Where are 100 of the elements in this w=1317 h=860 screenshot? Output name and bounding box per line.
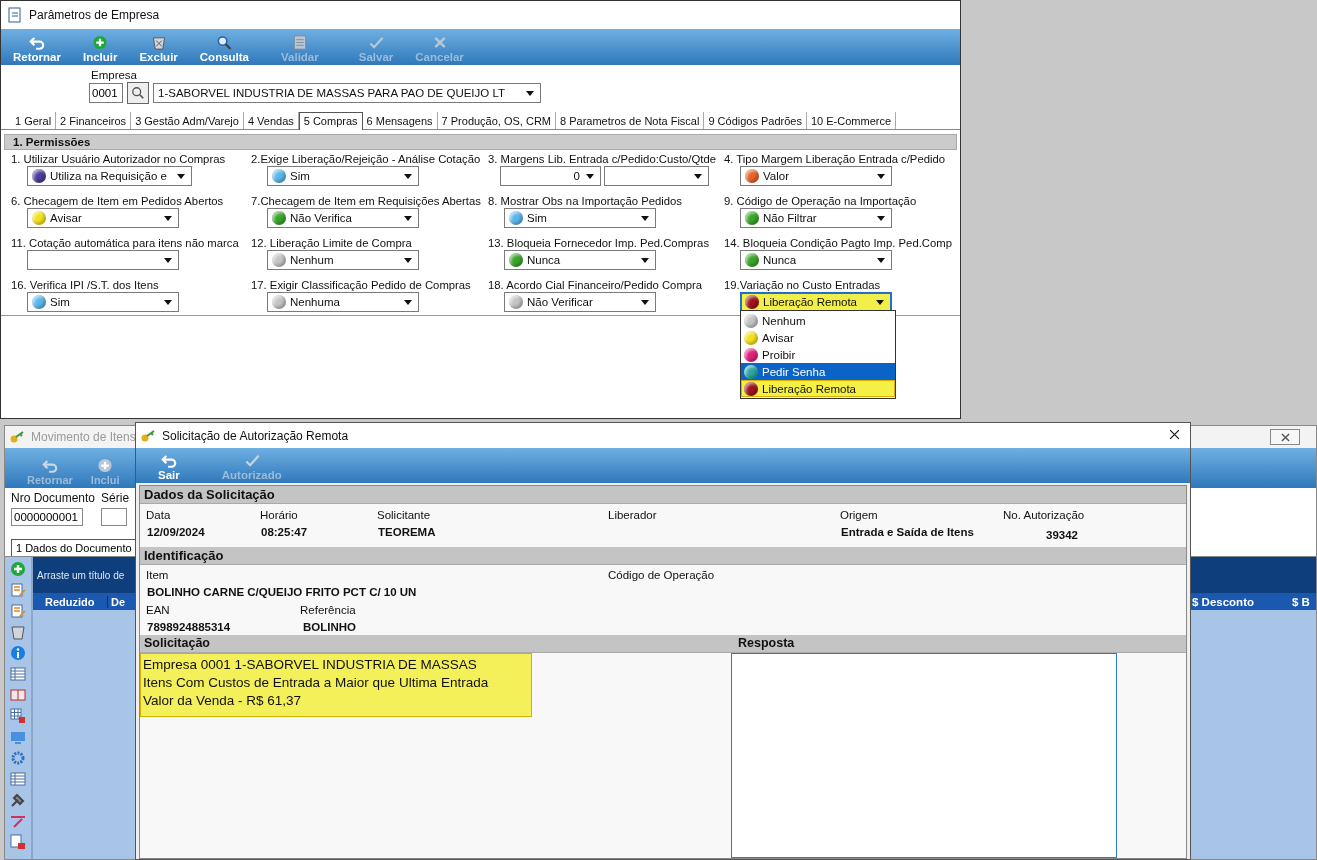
check-icon (243, 453, 260, 468)
dropdown[interactable]: Não Verifica (267, 208, 419, 228)
dropdown[interactable]: Sim (27, 292, 179, 312)
keys-icon (9, 429, 25, 445)
dropdown[interactable]: Sim (504, 208, 656, 228)
field-label: 18. Acordo Cial Financeiro/Pedido Compra (488, 279, 704, 291)
tool-icon[interactable] (10, 792, 26, 808)
tab[interactable]: 1 Dados do Documento (11, 539, 137, 556)
toolbar-button[interactable]: Sair (156, 453, 182, 481)
field-label: EAN (146, 604, 171, 616)
field-label: 1. Utilizar Usuário Autorizador no Compras (11, 153, 227, 165)
dropdown-option[interactable]: Liberação Remota (741, 380, 895, 397)
tab[interactable]: 5 Compras (298, 112, 363, 130)
dropdown[interactable]: Nenhum (267, 250, 419, 270)
search-button[interactable] (127, 82, 149, 104)
monitor-icon[interactable] (10, 729, 26, 745)
undo-icon (41, 458, 58, 473)
input-field[interactable] (101, 508, 128, 526)
toolbar-button[interactable]: Excluir (137, 35, 180, 63)
field-value: Entrada e Saída de Itens (840, 526, 975, 538)
field-label: Nro Documento (11, 491, 96, 505)
check-icon (368, 35, 384, 50)
document-icon[interactable] (10, 834, 26, 850)
grid-hint: Arraste um título de (37, 569, 125, 581)
field-label: 11. Cotação automática para itens não marca (11, 237, 240, 249)
dropdown[interactable] (27, 250, 179, 270)
section-title: Solicitação (144, 636, 211, 651)
column-header[interactable]: Reduzido (41, 595, 108, 608)
info-icon[interactable] (10, 645, 26, 661)
message-line: Itens Com Custos de Entrada a Maior que Ultima Entrada (143, 674, 490, 692)
book-icon[interactable] (10, 687, 26, 703)
dropdown-option[interactable]: Pedir Senha (741, 363, 895, 380)
dropdown[interactable]: 0 (500, 166, 601, 186)
table-icon[interactable] (10, 771, 26, 787)
input-field[interactable]: 0000000001 (11, 508, 83, 526)
column-header[interactable]: De (108, 595, 126, 608)
column-header[interactable]: $ B (1288, 595, 1316, 608)
field-label: 17. Exigir Classificação Pedido de Compras (251, 279, 472, 291)
field-value: 08:25:47 (260, 526, 309, 538)
field-label: Solicitante (377, 509, 432, 521)
toolbar-button[interactable]: Retornar (11, 35, 63, 63)
field-label: 13. Bloqueia Fornecedor Imp. Ped.Compras (488, 237, 711, 249)
message-line: Empresa 0001 1-SABORVEL INDUSTRIA DE MASSAS (143, 656, 478, 674)
dropdown[interactable]: Valor (740, 166, 892, 186)
field-label: Código de Operação (608, 569, 715, 581)
dropdown[interactable]: Utiliza na Requisição e (27, 166, 192, 186)
close-icon (1169, 429, 1180, 440)
dropdown[interactable] (604, 166, 709, 186)
dropdown-option[interactable]: Avisar (741, 329, 895, 346)
field-label: 9. Código de Operação na Importação (724, 195, 918, 207)
dropdown[interactable]: Avisar (27, 208, 179, 228)
toolbar-button[interactable]: Consulta (197, 35, 251, 63)
field-label: 16. Verifica IPI /S.T. dos Itens (11, 279, 160, 291)
plus-icon (97, 458, 114, 473)
field-label: Data (146, 509, 172, 521)
dropdown[interactable]: 1-SABORVEL INDUSTRIA DE MASSAS PARA PAO DE QUEIJO LT (153, 83, 541, 103)
field-value: 7898924885314 (146, 621, 232, 633)
field-label: Item (146, 569, 170, 581)
dropdown-option[interactable]: Nenhum (741, 312, 895, 329)
window-title: Movimento de Itens (31, 430, 136, 444)
field-label: Série (101, 491, 130, 505)
undo-icon (160, 453, 177, 468)
dropdown[interactable]: Não Verificar (504, 292, 656, 312)
dropdown[interactable]: Nunca (504, 250, 656, 270)
field-label: 12. Liberação Limite de Compra (251, 237, 413, 249)
table-icon[interactable] (10, 666, 26, 682)
dropdown-option[interactable]: Proibir (741, 346, 895, 363)
plus-icon[interactable] (10, 561, 26, 577)
section-title: Resposta (738, 636, 795, 651)
field-label: 2.Exige Liberação/Rejeição - Análise Cotação (251, 153, 482, 165)
field-label: Liberador (608, 509, 658, 521)
field-value: BOLINHO CARNE C/QUEIJO FRITO PCT C/ 10 UN (146, 586, 418, 598)
trash-icon[interactable] (10, 624, 26, 640)
dropdown[interactable]: Nunca (740, 250, 892, 270)
input-field[interactable]: 0001 (89, 83, 123, 103)
grid-icon[interactable] (10, 708, 26, 724)
keys-icon (140, 427, 156, 444)
field-label: No. Autorização (1003, 509, 1086, 521)
field-label: 6. Checagem de Item em Pedidos Abertos (11, 195, 225, 207)
window-title: Solicitação de Autorização Remota (162, 428, 349, 443)
section-header: Dados da Solicitação (140, 486, 1186, 504)
document-icon (7, 7, 23, 23)
dropdown[interactable]: Não Filtrar (740, 208, 892, 228)
close-button[interactable] (1270, 429, 1300, 445)
edit-icon[interactable] (10, 582, 26, 598)
column-header[interactable]: $ Desconto (1188, 595, 1288, 608)
message-line: Valor da Venda - R$ 61,37 (143, 692, 303, 710)
plus-icon (92, 35, 109, 50)
field-label: 8. Mostrar Obs na Importação Pedidos (488, 195, 684, 207)
dropdown[interactable]: Sim (267, 166, 419, 186)
field-label: Origem (840, 509, 879, 521)
toolbar-button[interactable]: Incluir (80, 35, 120, 63)
field-label: 3. Margens Lib. Entrada c/Pedido:Custo/Qtde (488, 153, 717, 165)
dropdown[interactable]: Nenhuma (267, 292, 419, 312)
field-value: 39342 (1045, 528, 1079, 541)
pen-icon[interactable] (10, 813, 26, 829)
field-label: 14. Bloqueia Condição Pagto Imp. Ped.Comp (724, 237, 953, 249)
edit-icon[interactable] (10, 603, 26, 619)
field-label: 7.Checagem de Item em Requisições Abertas (251, 195, 482, 207)
gear-icon[interactable] (10, 750, 26, 766)
